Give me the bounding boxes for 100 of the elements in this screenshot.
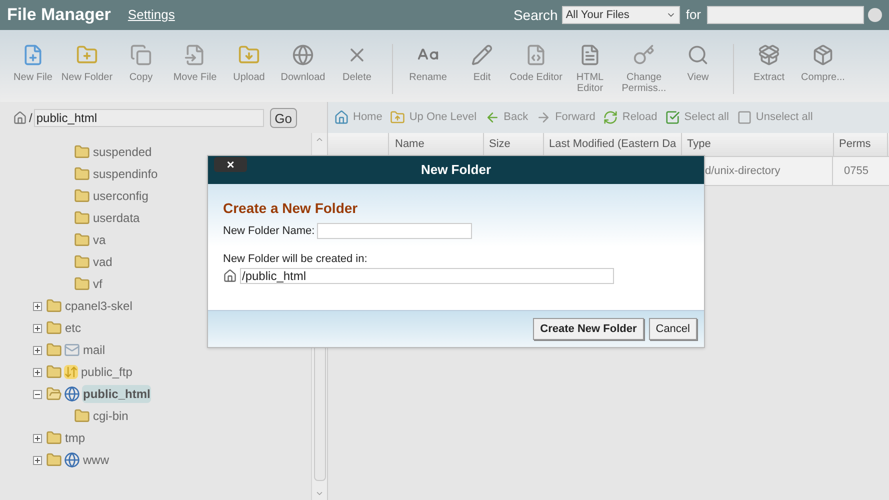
toolbar-button[interactable]: Rename (401, 44, 455, 83)
search-label: Search (513, 6, 558, 24)
copy-icon (130, 44, 152, 66)
folder-icon (74, 254, 90, 270)
tree-item[interactable]: vad (92, 253, 114, 271)
box-icon (812, 44, 834, 66)
tree-item[interactable]: suspended (92, 143, 153, 161)
tree-item[interactable]: userdata (92, 209, 141, 227)
envelope-icon (64, 342, 80, 358)
folder-up-icon (390, 110, 406, 125)
nav-button[interactable]: Home (334, 109, 382, 126)
tree-item[interactable]: public_ftp (80, 363, 134, 381)
nav-button[interactable]: Up One Level (390, 109, 477, 126)
folder-icon (46, 298, 62, 314)
settings-link[interactable]: Settings (128, 5, 175, 25)
toolbar-button[interactable]: Edit (455, 44, 509, 83)
checkbox-icon (665, 110, 680, 125)
folder-icon (46, 320, 62, 336)
nav-button[interactable]: Unselect all (736, 109, 813, 126)
expand-toggle[interactable] (33, 324, 42, 332)
folder-icon (46, 342, 62, 358)
nav-button[interactable]: Select all (665, 109, 729, 126)
toolbar-button[interactable]: Code Editor (509, 44, 563, 83)
html-file-icon (579, 44, 601, 66)
expand-toggle[interactable] (33, 368, 42, 376)
folder-plus-icon (76, 44, 98, 66)
home-icon (334, 110, 349, 125)
folder-icon (74, 408, 90, 424)
nav-button[interactable]: Back (484, 109, 528, 126)
dialog-heading: Create a New Folder (223, 199, 359, 218)
tree-item[interactable]: public_html (82, 385, 152, 403)
folder-name-field[interactable] (316, 223, 472, 240)
column-header[interactable]: Perms (834, 133, 888, 156)
toolbar-button[interactable]: Copy (114, 44, 168, 83)
folder-icon (46, 364, 62, 380)
folder-icon (74, 188, 90, 204)
nav-button[interactable]: Forward (536, 109, 596, 126)
folder-down-icon (238, 44, 260, 66)
search-scope-select[interactable]: All Your Files (562, 6, 680, 24)
path-slash: / (29, 110, 32, 126)
key-icon (633, 44, 655, 66)
tree-item[interactable]: tmp (64, 429, 86, 447)
toolbar-button[interactable]: New File (6, 44, 60, 83)
toolbar-button[interactable]: Delete (330, 44, 384, 83)
expand-toggle[interactable] (33, 456, 42, 464)
forward-arrow-icon (536, 110, 552, 125)
path-field[interactable]: public_html (34, 108, 264, 126)
reload-icon (603, 110, 618, 125)
toolbar-button[interactable]: Change Permiss... (617, 44, 671, 94)
go-button[interactable]: Go (270, 108, 297, 128)
pencil-icon (471, 44, 493, 66)
toolbar-button[interactable]: New Folder (60, 44, 114, 83)
tree-item[interactable]: www (82, 451, 110, 469)
globe-icon (64, 386, 80, 402)
tree-item[interactable]: suspendinfo (92, 165, 159, 183)
tree-item[interactable]: vf (92, 275, 104, 293)
dialog-button[interactable]: Create New Folder (533, 318, 644, 340)
folder-icon (46, 452, 62, 468)
folder-icon (46, 430, 62, 446)
transfer-icon (64, 365, 78, 379)
tree-item[interactable]: mail (82, 341, 106, 359)
toolbar-button[interactable]: View (671, 44, 725, 83)
toolbar-button[interactable]: Extract (742, 44, 796, 83)
home-icon (13, 110, 27, 124)
table-cell-text: 0755 (843, 164, 870, 179)
app-title: File Manager (7, 4, 111, 26)
search-field[interactable] (707, 6, 864, 24)
toolbar-button[interactable]: Upload (222, 44, 276, 83)
tree-item[interactable]: cpanel3-skel (64, 297, 134, 315)
code-file-icon (525, 44, 547, 66)
magnifier-icon (687, 44, 709, 66)
toolbar-button[interactable]: Compre... (796, 44, 850, 83)
folder-icon (74, 166, 90, 182)
tree-item[interactable]: cgi-bin (92, 407, 130, 425)
expand-toggle[interactable] (33, 434, 42, 442)
tree-item[interactable]: va (92, 231, 107, 249)
tree-item[interactable]: userconfig (92, 187, 150, 205)
expand-toggle[interactable] (33, 346, 42, 354)
home-icon (223, 269, 237, 283)
for-label: for (686, 6, 701, 24)
folder-icon (74, 232, 90, 248)
open-folder-icon (46, 386, 62, 402)
field-label: New Folder will be created in: (223, 252, 368, 266)
close-button[interactable]: × (214, 157, 247, 172)
tree-item[interactable]: etc (64, 319, 82, 337)
globe-icon (292, 44, 314, 66)
file-arrow-icon (184, 44, 206, 66)
folder-icon (74, 210, 90, 226)
dialog-button[interactable]: Cancel (648, 318, 697, 340)
toolbar-button[interactable]: HTML Editor (563, 44, 617, 94)
folder-icon (74, 276, 90, 292)
file-plus-icon (22, 44, 44, 66)
collapse-toggle[interactable] (33, 390, 42, 398)
folder-icon (74, 144, 90, 160)
expand-toggle[interactable] (33, 302, 42, 310)
nav-button[interactable]: Reload (603, 109, 658, 126)
search-go-icon[interactable] (868, 8, 882, 22)
toolbar-button[interactable]: Download (276, 44, 330, 83)
location-field[interactable]: /public_html (240, 268, 614, 284)
toolbar-button[interactable]: Move File (168, 44, 222, 83)
